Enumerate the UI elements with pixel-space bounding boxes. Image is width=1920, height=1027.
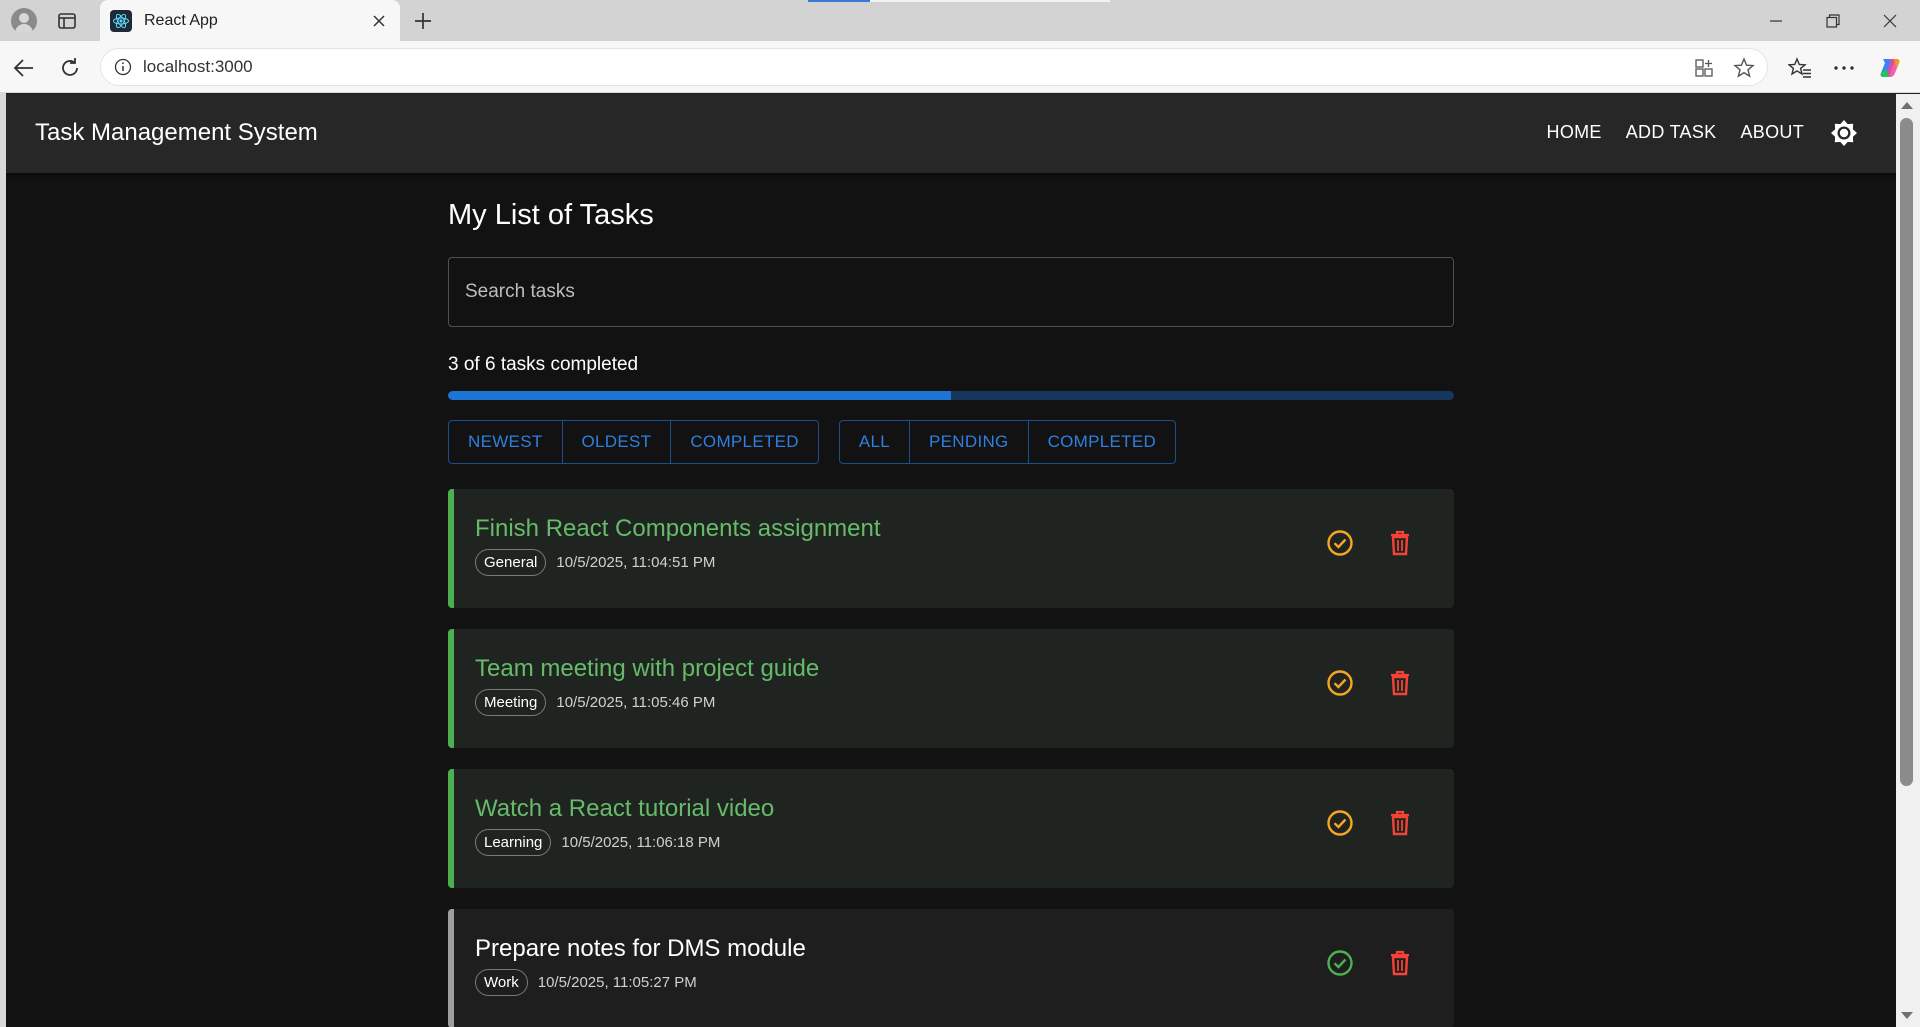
task-actions bbox=[1326, 529, 1414, 557]
tabstrip-highlight-accent bbox=[808, 0, 870, 2]
task-actions bbox=[1326, 669, 1414, 697]
delete-task-button[interactable] bbox=[1386, 669, 1414, 697]
task-card: Finish React Components assignment Gener… bbox=[448, 489, 1454, 608]
profile-button[interactable] bbox=[8, 5, 40, 37]
toggle-complete-button[interactable] bbox=[1326, 949, 1354, 977]
sun-icon bbox=[1831, 120, 1857, 146]
task-title: Prepare notes for DMS module bbox=[475, 935, 806, 962]
task-meta: Meeting 10/5/2025, 11:05:46 PM bbox=[475, 689, 715, 716]
profile-icon bbox=[11, 8, 37, 34]
main-nav: HOME ADD TASK ABOUT bbox=[1547, 122, 1804, 143]
browser-tab[interactable]: React App bbox=[100, 0, 400, 41]
task-title: Finish React Components assignment bbox=[475, 515, 881, 542]
toggle-complete-button[interactable] bbox=[1326, 669, 1354, 697]
filter-pending-button[interactable]: PENDING bbox=[910, 421, 1029, 463]
sort-completed-button[interactable]: COMPLETED bbox=[671, 421, 818, 463]
reload-icon[interactable] bbox=[56, 54, 84, 82]
back-icon[interactable] bbox=[10, 54, 38, 82]
toggle-complete-button[interactable] bbox=[1326, 529, 1354, 557]
page-scrollbar[interactable] bbox=[1896, 94, 1920, 1027]
progress-text: 3 of 6 tasks completed bbox=[448, 354, 639, 375]
page-title: My List of Tasks bbox=[448, 199, 654, 231]
progress-bar bbox=[448, 391, 1454, 400]
favorites-icon[interactable] bbox=[1786, 54, 1814, 82]
controls-row: NEWEST OLDEST COMPLETED ALL PENDING COMP… bbox=[448, 420, 1454, 464]
page-viewport: Task Management System HOME ADD TASK ABO… bbox=[6, 94, 1896, 1027]
app-header: Task Management System HOME ADD TASK ABO… bbox=[6, 94, 1896, 173]
task-card: Prepare notes for DMS module Work 10/5/2… bbox=[448, 909, 1454, 1027]
check-circle-outline-icon bbox=[1327, 950, 1353, 976]
task-card: Watch a React tutorial video Learning 10… bbox=[448, 769, 1454, 888]
trash-icon bbox=[1391, 530, 1409, 556]
scrollbar-thumb[interactable] bbox=[1900, 118, 1913, 786]
filter-button-group: ALL PENDING COMPLETED bbox=[838, 420, 1177, 464]
progress-fill bbox=[448, 391, 951, 400]
task-date: 10/5/2025, 11:06:18 PM bbox=[561, 834, 721, 851]
main-content: My List of Tasks 3 of 6 tasks completed … bbox=[448, 173, 1454, 1027]
category-chip: General bbox=[475, 549, 547, 576]
filter-completed-button[interactable]: COMPLETED bbox=[1029, 421, 1176, 463]
url-field[interactable]: localhost:3000 bbox=[100, 48, 1768, 86]
trash-icon bbox=[1391, 810, 1409, 836]
url-text: localhost:3000 bbox=[143, 57, 253, 76]
trash-icon bbox=[1391, 670, 1409, 696]
browser-tabstrip: React App bbox=[0, 0, 1920, 41]
app-title: Task Management System bbox=[35, 119, 318, 146]
task-list: Finish React Components assignment Gener… bbox=[448, 489, 1454, 1027]
react-logo-icon bbox=[110, 9, 132, 32]
more-icon[interactable] bbox=[1830, 54, 1858, 82]
trash-icon bbox=[1391, 950, 1409, 976]
task-title: Watch a React tutorial video bbox=[475, 795, 775, 822]
search-box bbox=[448, 257, 1454, 327]
check-circle-outline-icon bbox=[1327, 810, 1353, 836]
sort-newest-button[interactable]: NEWEST bbox=[449, 421, 563, 463]
task-actions bbox=[1326, 949, 1414, 977]
task-meta: Work 10/5/2025, 11:05:27 PM bbox=[475, 969, 697, 996]
delete-task-button[interactable] bbox=[1386, 949, 1414, 977]
task-meta: General 10/5/2025, 11:04:51 PM bbox=[475, 549, 715, 576]
delete-task-button[interactable] bbox=[1386, 529, 1414, 557]
sort-button-group: NEWEST OLDEST COMPLETED bbox=[448, 420, 819, 464]
restore-icon[interactable] bbox=[1813, 6, 1853, 36]
close-window-icon[interactable] bbox=[1870, 6, 1910, 36]
toggle-complete-button[interactable] bbox=[1326, 809, 1354, 837]
tab-actions-icon[interactable] bbox=[54, 8, 80, 34]
favorite-star-icon[interactable] bbox=[1731, 55, 1757, 81]
scroll-up-arrow-icon[interactable] bbox=[1901, 102, 1913, 109]
delete-task-button[interactable] bbox=[1386, 809, 1414, 837]
nav-home[interactable]: HOME bbox=[1547, 122, 1602, 143]
app-available-icon[interactable] bbox=[1691, 55, 1717, 81]
task-actions bbox=[1326, 809, 1414, 837]
nav-about[interactable]: ABOUT bbox=[1740, 122, 1804, 143]
task-date: 10/5/2025, 11:04:51 PM bbox=[556, 554, 716, 571]
task-date: 10/5/2025, 11:05:46 PM bbox=[556, 694, 716, 711]
site-info-icon[interactable] bbox=[113, 57, 133, 77]
check-circle-outline-icon bbox=[1327, 530, 1353, 556]
task-meta: Learning 10/5/2025, 11:06:18 PM bbox=[475, 829, 720, 856]
sort-oldest-button[interactable]: OLDEST bbox=[563, 421, 672, 463]
tab-close-icon[interactable] bbox=[368, 10, 390, 32]
copilot-icon[interactable] bbox=[1876, 54, 1904, 82]
search-input[interactable] bbox=[465, 281, 1453, 303]
minimize-icon[interactable] bbox=[1756, 6, 1796, 36]
category-chip: Learning bbox=[475, 829, 552, 856]
new-tab-button[interactable] bbox=[408, 6, 438, 36]
task-title: Team meeting with project guide bbox=[475, 655, 820, 682]
nav-add-task[interactable]: ADD TASK bbox=[1626, 122, 1717, 143]
category-chip: Work bbox=[475, 969, 528, 996]
scroll-down-arrow-icon[interactable] bbox=[1901, 1012, 1913, 1019]
theme-toggle-button[interactable] bbox=[1828, 117, 1860, 149]
category-chip: Meeting bbox=[475, 689, 547, 716]
task-date: 10/5/2025, 11:05:27 PM bbox=[537, 974, 697, 991]
filter-all-button[interactable]: ALL bbox=[840, 421, 911, 463]
tab-title: React App bbox=[144, 11, 218, 29]
check-circle-outline-icon bbox=[1327, 670, 1353, 696]
task-card: Team meeting with project guide Meeting … bbox=[448, 629, 1454, 748]
address-bar: localhost:3000 bbox=[0, 41, 1920, 93]
